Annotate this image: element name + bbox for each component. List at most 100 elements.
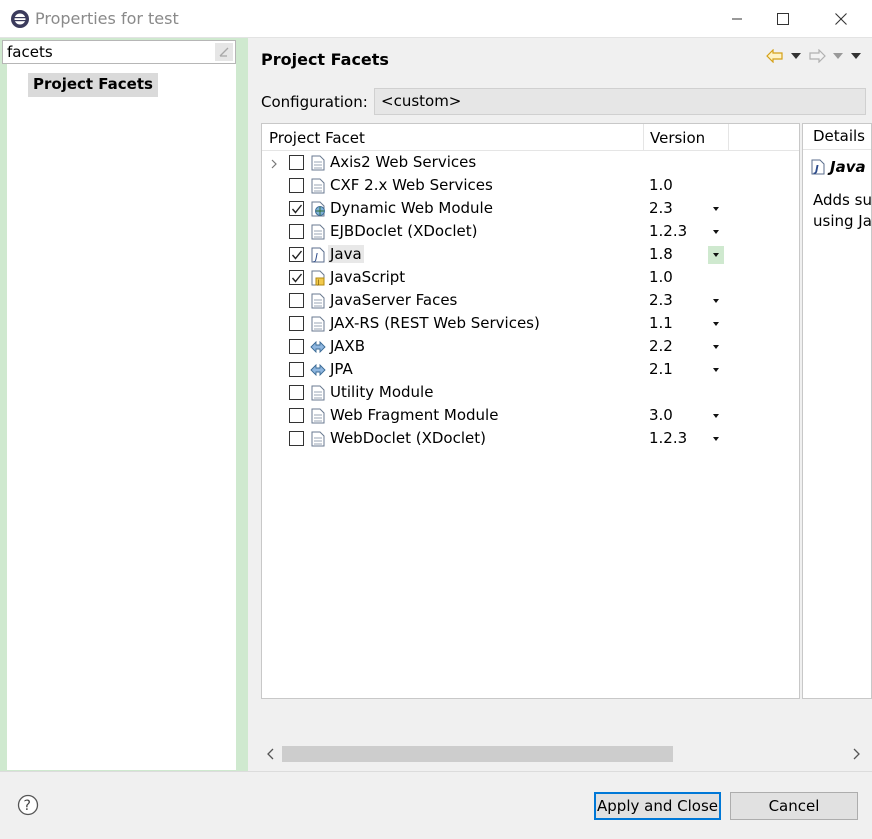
facet-checkbox[interactable] [289, 293, 304, 308]
facet-checkbox[interactable] [289, 362, 304, 377]
minimize-icon [732, 18, 742, 20]
chevron-right-icon [853, 748, 860, 760]
version-dropdown-icon[interactable] [708, 292, 724, 310]
column-header-project-facet[interactable]: Project Facet [269, 129, 365, 147]
document-icon [311, 385, 325, 401]
view-menu-button[interactable] [848, 46, 864, 66]
help-button[interactable]: ? [17, 794, 39, 816]
version-dropdown-icon[interactable] [708, 430, 724, 448]
version-dropdown-icon[interactable] [708, 361, 724, 379]
facet-checkbox[interactable] [289, 270, 304, 285]
table-row[interactable]: JAXB 2.2 [262, 336, 799, 359]
table-header: Project Facet Version [262, 124, 799, 151]
facet-version[interactable]: 3.0 [649, 406, 673, 424]
facet-checkbox[interactable] [289, 178, 304, 193]
scroll-left-button[interactable] [263, 747, 277, 761]
details-facet-title: J Java [811, 158, 866, 176]
view-menu-icon [851, 53, 861, 59]
apply-and-close-button[interactable]: Apply and Close [594, 792, 721, 820]
close-button[interactable] [818, 0, 864, 38]
facet-checkbox[interactable] [289, 155, 304, 170]
facet-version[interactable]: 1.0 [649, 268, 673, 286]
chevron-left-icon [267, 748, 274, 760]
horizontal-scrollbar[interactable] [261, 744, 866, 764]
back-arrow-icon [766, 49, 783, 63]
table-row[interactable]: EJBDoclet (XDoclet) 1.2.3 [262, 221, 799, 244]
cancel-button[interactable]: Cancel [730, 792, 858, 820]
facet-version[interactable]: 1.8 [649, 245, 673, 263]
details-facet-name: Java [830, 158, 866, 176]
details-description: Adds su using Ja [813, 191, 872, 230]
version-dropdown-icon[interactable] [708, 246, 724, 264]
table-row[interactable]: JAX-RS (REST Web Services) 1.1 [262, 313, 799, 336]
facet-version[interactable]: 2.1 [649, 360, 673, 378]
column-divider[interactable] [643, 124, 644, 151]
sidebar-item-project-facets[interactable]: Project Facets [28, 73, 158, 97]
table-row[interactable]: WebDoclet (XDoclet) 1.2.3 [262, 428, 799, 451]
back-menu-button[interactable] [790, 46, 802, 66]
facet-checkbox[interactable] [289, 431, 304, 446]
facet-checkbox[interactable] [289, 224, 304, 239]
table-row[interactable]: J Java 1.8 [262, 244, 799, 267]
forward-button[interactable] [806, 46, 828, 66]
close-icon [835, 13, 847, 25]
table-row[interactable]: JavaServer Faces 2.3 [262, 290, 799, 313]
filter-input[interactable]: facets [2, 40, 236, 64]
maximize-button[interactable] [760, 0, 806, 38]
svg-text:J: J [317, 279, 320, 286]
version-dropdown-icon[interactable] [708, 407, 724, 425]
window-title: Properties for test [35, 9, 179, 28]
tab-details[interactable]: Details [803, 124, 871, 150]
version-dropdown-icon[interactable] [708, 338, 724, 356]
web-module-icon [311, 201, 325, 217]
sidebar-tree-area [7, 44, 236, 770]
facet-checkbox[interactable] [289, 339, 304, 354]
table-row[interactable]: Utility Module [262, 382, 799, 405]
expand-icon[interactable] [270, 156, 280, 170]
facet-checkbox[interactable] [289, 316, 304, 331]
version-dropdown-icon[interactable] [708, 315, 724, 333]
clear-filter-button[interactable] [215, 43, 233, 61]
minimize-button[interactable] [714, 0, 760, 38]
scroll-right-button[interactable] [850, 747, 864, 761]
facet-version[interactable]: 2.2 [649, 337, 673, 355]
facet-checkbox[interactable] [289, 385, 304, 400]
table-row[interactable]: CXF 2.x Web Services 1.0 [262, 175, 799, 198]
java-icon: J [811, 159, 825, 175]
facet-checkbox[interactable] [289, 408, 304, 423]
facet-version[interactable]: 1.0 [649, 176, 673, 194]
table-row[interactable]: JPA 2.1 [262, 359, 799, 382]
forward-menu-button[interactable] [832, 46, 844, 66]
document-icon [311, 408, 325, 424]
column-divider[interactable] [728, 124, 729, 151]
help-icon: ? [17, 794, 39, 816]
facet-checkbox[interactable] [289, 247, 304, 262]
facet-version[interactable]: 1.1 [649, 314, 673, 332]
document-icon [311, 316, 325, 332]
javascript-icon: J [311, 270, 325, 286]
table-row[interactable]: J JavaScript 1.0 [262, 267, 799, 290]
details-panel: Details J Java Adds su using Ja [802, 123, 872, 699]
facet-version[interactable]: 2.3 [649, 199, 673, 217]
configuration-select[interactable]: <custom> [374, 88, 866, 115]
filter-input-value: facets [7, 43, 53, 61]
maximize-icon [777, 13, 789, 25]
facet-name: Utility Module [330, 383, 434, 401]
version-dropdown-icon[interactable] [708, 223, 724, 241]
scrollbar-thumb[interactable] [282, 746, 673, 762]
table-row[interactable]: Axis2 Web Services [262, 152, 799, 175]
chevron-down-icon [833, 53, 843, 59]
facet-name: JavaScript [330, 268, 406, 286]
facet-checkbox[interactable] [289, 201, 304, 216]
table-row[interactable]: Dynamic Web Module 2.3 [262, 198, 799, 221]
facet-name: EJBDoclet (XDoclet) [330, 222, 478, 240]
table-row[interactable]: Web Fragment Module 3.0 [262, 405, 799, 428]
facet-version[interactable]: 1.2.3 [649, 429, 687, 447]
version-dropdown-icon[interactable] [708, 200, 724, 218]
column-header-version[interactable]: Version [650, 129, 705, 147]
back-button[interactable] [764, 46, 786, 66]
sidebar-panel: facets Project Facets [0, 38, 248, 771]
document-icon [311, 431, 325, 447]
facet-version[interactable]: 1.2.3 [649, 222, 687, 240]
facet-version[interactable]: 2.3 [649, 291, 673, 309]
